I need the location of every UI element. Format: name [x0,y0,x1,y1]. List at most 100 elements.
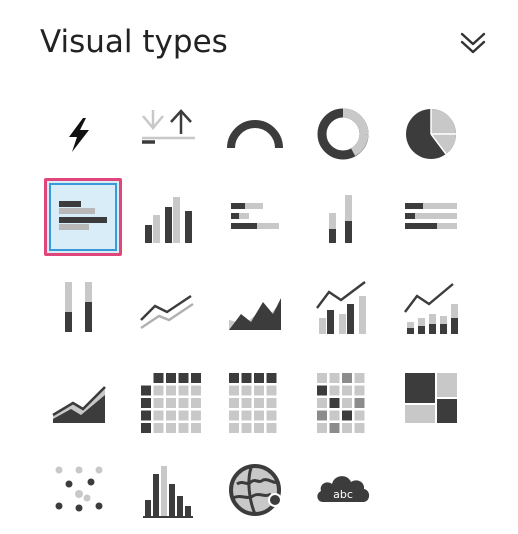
heat-map-cell [317,410,327,421]
clustered-bar-combo-chart-icon [316,281,366,334]
visual-type-area-line[interactable] [216,269,294,347]
visual-type-scatter-plot[interactable] [40,451,118,529]
visual-type-word-cloud[interactable]: abc [304,451,382,529]
pivot-table-cell [153,398,164,408]
visual-type-pie[interactable] [392,95,470,173]
table-cell [254,398,264,408]
heat-map-cell [329,385,340,396]
pivot-table-cell [178,423,189,433]
visual-type-line[interactable] [128,269,206,347]
visual-type-table[interactable] [216,360,294,438]
scatter-plot-icon [55,466,103,512]
table-cell [229,385,239,396]
pivot-table-cell [191,423,201,433]
pivot-table-cell [166,398,176,408]
pivot-table-cell [191,385,201,396]
heat-map-cell [342,423,352,433]
word-cloud-icon: abc [317,476,370,502]
pivot-table-cell [166,410,176,421]
table-cell [266,385,277,396]
visual-type-kpi[interactable] [128,95,206,173]
table-cell [241,398,252,408]
heat-map-cell [329,410,340,421]
table-cell [254,385,264,396]
table-cell [241,423,252,433]
heat-map-cell [354,398,365,408]
table-icon [229,373,277,433]
visual-type-horizontal-stacked-100-bar[interactable] [392,178,470,256]
heat-map-cell [342,373,352,383]
vertical-stacked-bar-chart-icon [329,195,352,243]
visual-type-geospatial-map[interactable] [216,451,294,529]
visual-type-heat-map[interactable] [304,360,382,438]
table-cell [266,373,277,383]
visual-type-histogram[interactable] [128,451,206,529]
visual-type-stacked-combo[interactable] [392,269,470,347]
autograph-lightning-icon [69,118,89,152]
vertical-bar-chart-icon [145,197,192,243]
collapse-button[interactable] [458,28,488,58]
stacked-bar-combo-chart-icon [404,283,458,334]
pivot-table-cell [166,385,176,396]
panel-title: Visual types [40,24,228,60]
pivot-table-cell [178,398,189,408]
visual-type-pivot-table[interactable] [128,360,206,438]
heat-map-cell [317,385,327,396]
heat-map-cell [317,423,327,433]
tree-map-icon [405,373,457,423]
visual-type-autograph[interactable] [40,95,118,173]
visual-type-horizontal-bar[interactable] [44,178,122,256]
visual-type-vertical-bar[interactable] [128,178,206,256]
pivot-table-cell [153,410,164,421]
pivot-table-cell [178,410,189,421]
pivot-table-cell [141,385,151,396]
visual-type-vertical-stacked-100-bar[interactable] [40,269,118,347]
vertical-stacked-100-bar-chart-icon [65,282,92,332]
pivot-table-icon [141,373,201,433]
pivot-table-cell [153,385,164,396]
histogram-icon [143,466,193,518]
table-cell [241,373,252,383]
heat-map-cell [354,373,365,383]
visual-type-donut[interactable] [304,95,382,173]
pivot-table-cell [178,373,189,383]
horizontal-stacked-bar-chart-icon [231,203,279,229]
pivot-table-cell [141,398,151,408]
visual-type-vertical-stacked-bar[interactable] [304,178,382,256]
area-line-chart-icon [229,298,281,330]
pivot-table-cell [141,423,151,433]
heat-map-cell [342,410,352,421]
heat-map-cell [317,398,327,408]
table-cell [229,410,239,421]
heat-map-cell [317,373,327,383]
visual-type-horizontal-stacked-bar[interactable] [216,178,294,256]
pivot-table-cell [191,410,201,421]
heat-map-cell [329,373,340,383]
area-chart-icon [52,386,106,423]
visual-type-area[interactable] [40,360,118,438]
pivot-table-cell [166,373,176,383]
horizontal-bar-chart-icon [59,201,107,230]
heat-map-icon [317,373,365,433]
heat-map-cell [354,423,365,433]
table-cell [241,410,252,421]
table-cell [229,373,239,383]
kpi-icon [142,109,195,144]
line-chart-icon [140,295,194,329]
geospatial-map-icon [229,464,282,516]
visual-type-clustered-combo[interactable] [304,269,382,347]
visual-type-gauge[interactable] [216,95,294,173]
pivot-table-cell [166,423,176,433]
heat-map-cell [329,423,340,433]
heat-map-cell [354,410,365,421]
pivot-table-cell [141,410,151,421]
table-cell [254,410,264,421]
pivot-table-cell [153,373,164,383]
double-chevron-down-icon [460,32,486,54]
pivot-table-cell [191,398,201,408]
visual-type-tree-map[interactable] [392,360,470,438]
table-cell [266,423,277,433]
table-cell [254,373,264,383]
table-cell [266,398,277,408]
donut-chart-icon [317,108,369,160]
